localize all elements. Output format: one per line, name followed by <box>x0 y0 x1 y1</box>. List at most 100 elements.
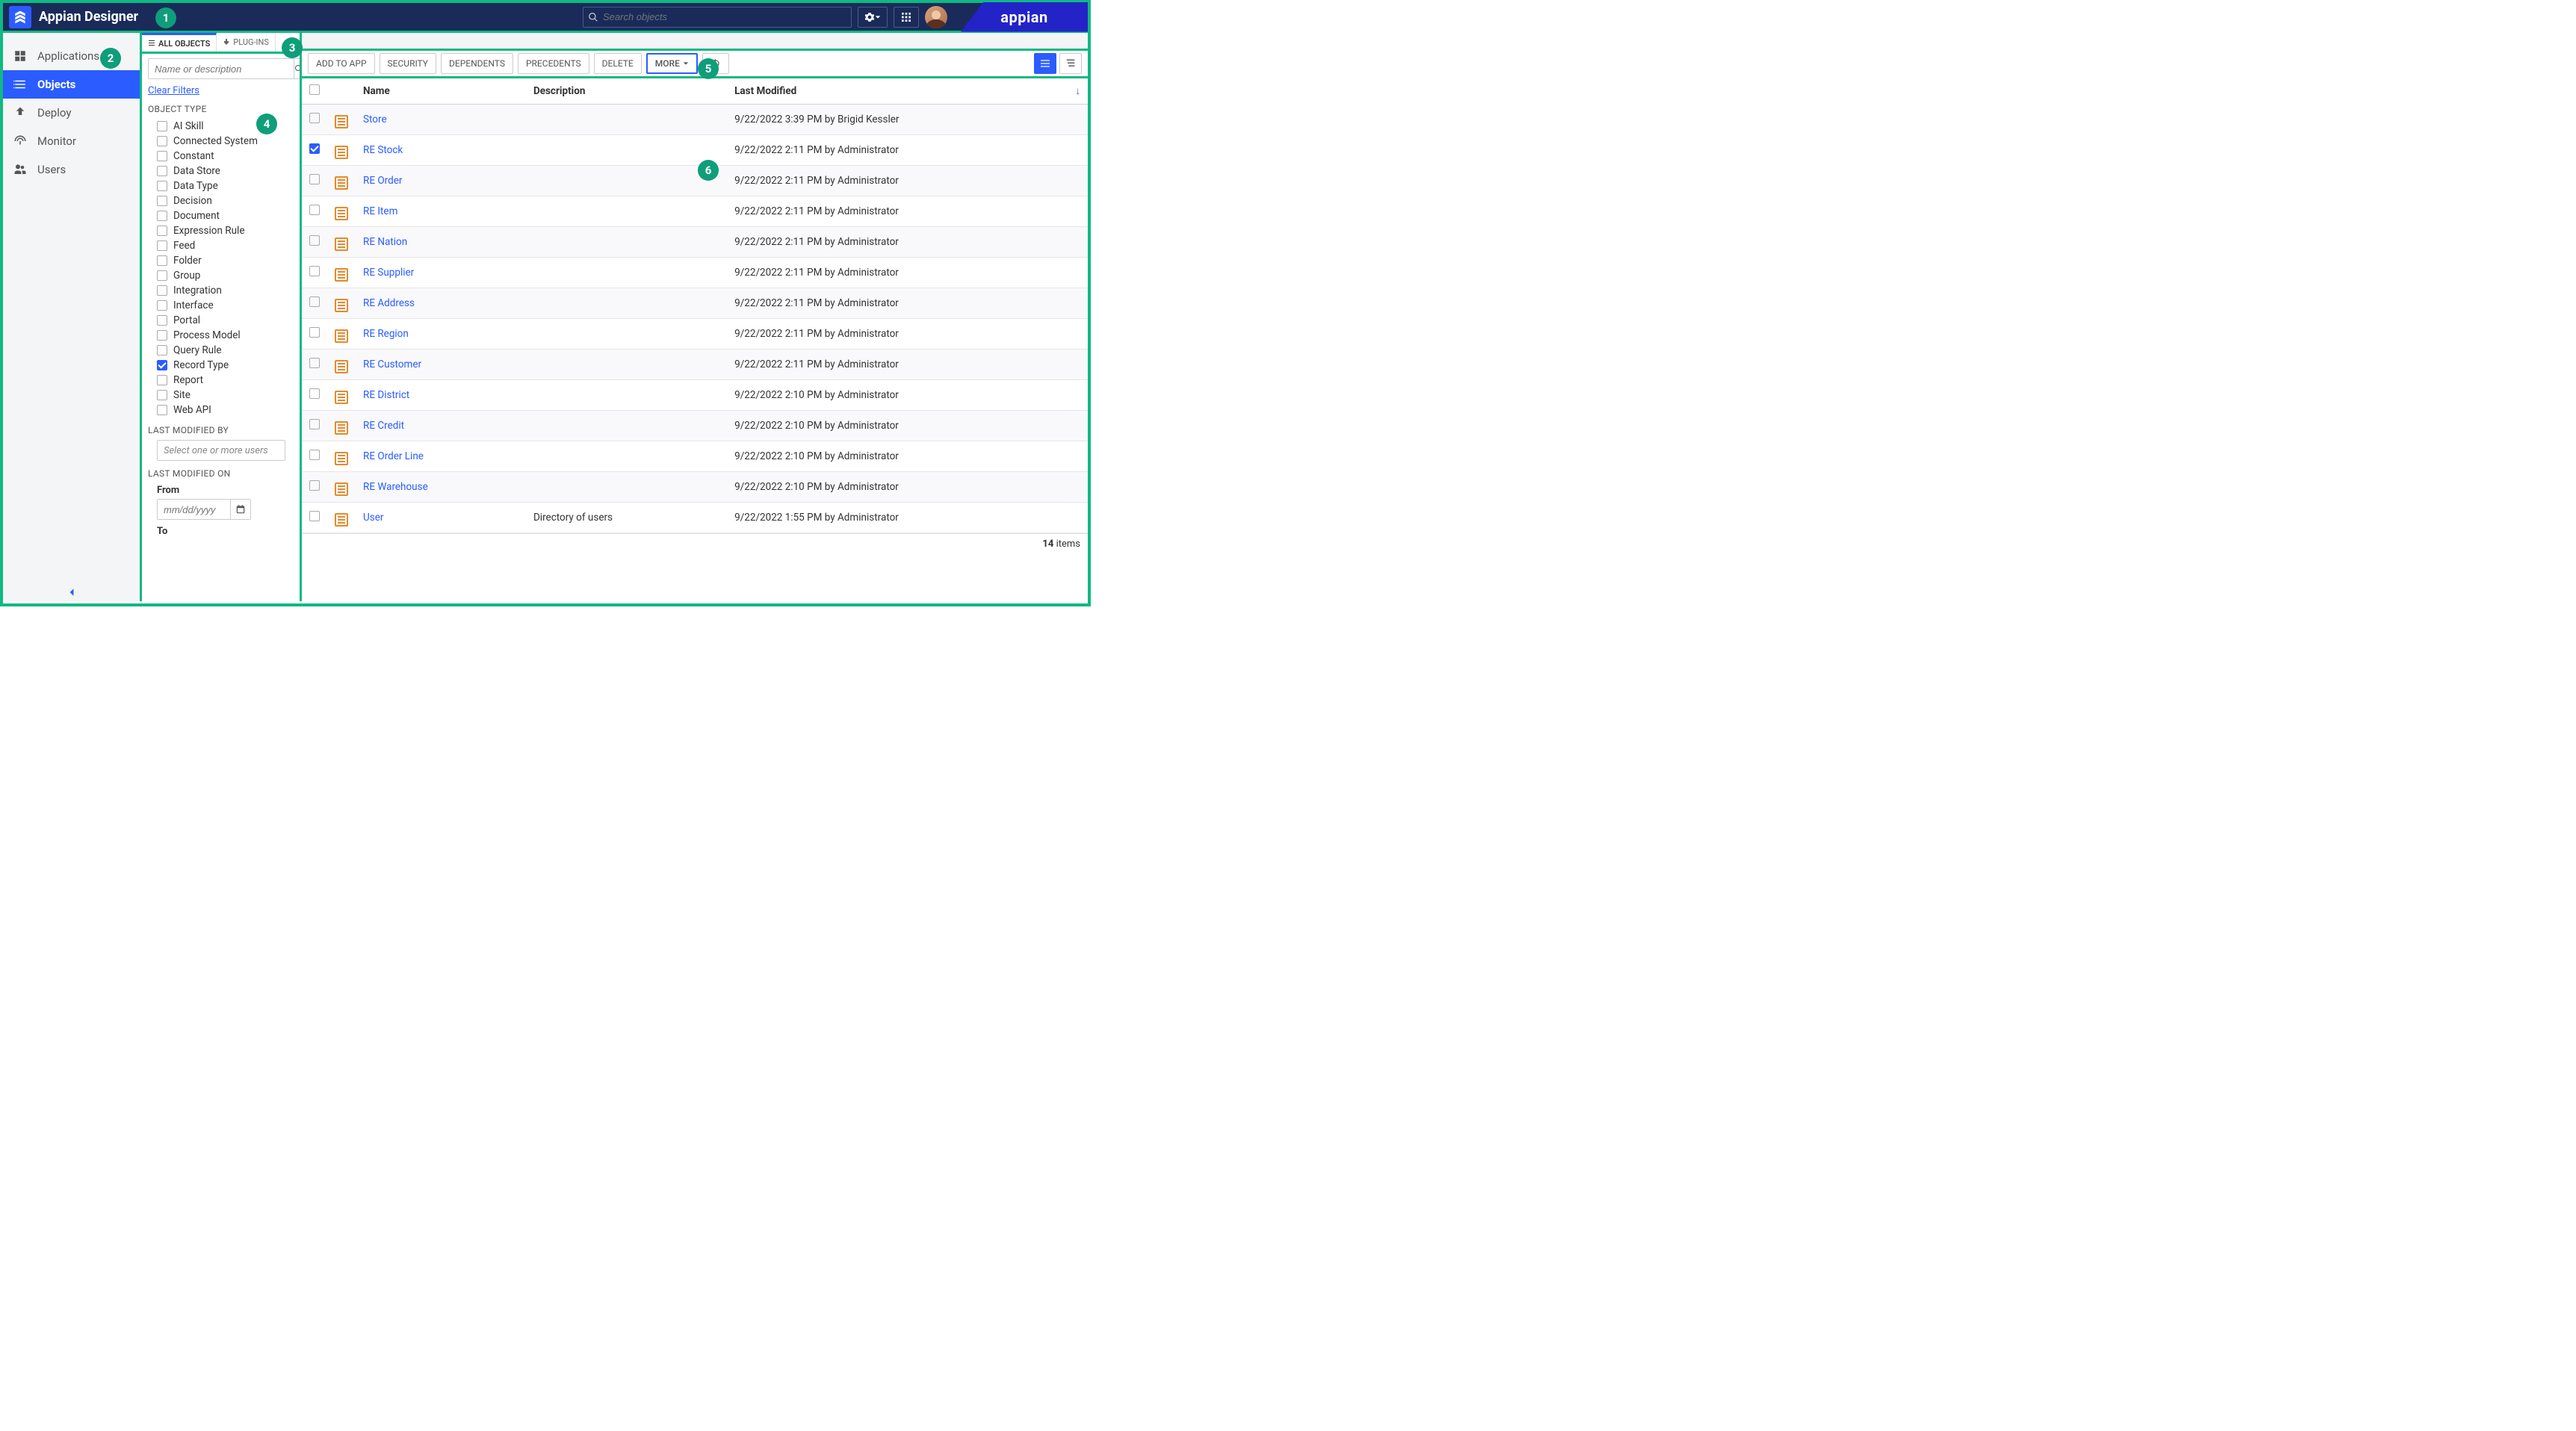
sidebar-item-users[interactable]: Users <box>3 155 140 184</box>
dependents-button[interactable]: DEPENDENTS <box>441 53 513 74</box>
row-checkbox[interactable] <box>302 258 327 288</box>
record-type-icon <box>335 329 348 343</box>
checkbox-icon <box>157 405 167 415</box>
row-checkbox[interactable] <box>302 227 327 258</box>
filter-constant[interactable]: Constant <box>148 149 294 164</box>
filter-process-model[interactable]: Process Model <box>148 328 294 343</box>
filter-integration[interactable]: Integration <box>148 283 294 298</box>
delete-button[interactable]: DELETE <box>594 53 642 74</box>
clear-filters-link[interactable]: Clear Filters <box>148 85 199 96</box>
checkbox-icon <box>309 235 320 246</box>
object-link[interactable]: RE Credit <box>363 420 404 432</box>
table-row: RE Address9/22/2022 2:11 PM by Administr… <box>302 288 1088 319</box>
app-icon[interactable] <box>9 6 31 28</box>
apps-grid-button[interactable] <box>894 7 919 28</box>
hierarchy-view-button[interactable] <box>1059 53 1082 74</box>
row-modified-cell: 9/22/2022 2:10 PM by Administrator <box>727 441 1088 472</box>
from-date-input[interactable] <box>157 499 230 520</box>
filter-record-type[interactable]: Record Type <box>148 358 294 373</box>
object-link[interactable]: Store <box>363 114 387 125</box>
filter-search-input[interactable] <box>148 58 294 79</box>
object-link[interactable]: RE Supplier <box>363 267 414 279</box>
filter-expression-rule[interactable]: Expression Rule <box>148 223 294 238</box>
modified-by-select[interactable]: Select one or more users <box>157 440 285 461</box>
callout-badge-3: 3 <box>282 37 303 58</box>
object-link[interactable]: RE Warehouse <box>363 481 428 493</box>
settings-button[interactable] <box>858 7 888 28</box>
filter-site[interactable]: Site <box>148 388 294 403</box>
view-toggle <box>1034 53 1082 74</box>
row-checkbox[interactable] <box>302 441 327 472</box>
collapse-sidebar[interactable] <box>3 586 140 600</box>
list-view-button[interactable] <box>1034 53 1056 74</box>
filter-group[interactable]: Group <box>148 268 294 283</box>
checkbox-icon <box>157 375 167 385</box>
object-link[interactable]: RE Order Line <box>363 450 424 462</box>
last-modified-col-header[interactable]: Last Modified <box>727 78 1068 105</box>
row-checkbox[interactable] <box>302 472 327 503</box>
filter-interface[interactable]: Interface <box>148 298 294 313</box>
row-description-cell <box>526 441 727 472</box>
tab-plugins[interactable]: PLUG-INS <box>217 33 276 52</box>
left-sidebar: ApplicationsObjectsDeployMonitorUsers <box>3 33 142 601</box>
row-checkbox[interactable] <box>302 196 327 227</box>
row-name-cell: RE Order Line <box>356 441 526 472</box>
select-all-header[interactable] <box>302 78 327 105</box>
filter-data-type[interactable]: Data Type <box>148 179 294 193</box>
filter-label: Constant <box>173 150 214 162</box>
row-checkbox[interactable] <box>302 350 327 380</box>
sidebar-item-objects[interactable]: Objects <box>3 70 140 99</box>
row-checkbox[interactable] <box>302 166 327 196</box>
row-checkbox[interactable] <box>302 380 327 411</box>
security-button[interactable]: SECURITY <box>380 53 437 74</box>
row-checkbox[interactable] <box>302 135 327 166</box>
global-search[interactable] <box>583 7 852 28</box>
object-link[interactable]: RE District <box>363 389 409 401</box>
user-avatar[interactable] <box>925 6 947 28</box>
filter-portal[interactable]: Portal <box>148 313 294 328</box>
row-type-icon-cell <box>327 166 356 196</box>
description-col-header[interactable]: Description <box>526 78 727 105</box>
sidebar-item-monitor[interactable]: Monitor <box>3 127 140 155</box>
filter-search-button[interactable] <box>294 58 300 79</box>
row-checkbox[interactable] <box>302 105 327 135</box>
tab-all-objects[interactable]: ALL OBJECTS <box>142 33 217 52</box>
object-link[interactable]: RE Region <box>363 328 409 340</box>
row-description-cell <box>526 288 727 319</box>
checkbox-icon <box>157 330 167 341</box>
add-to-app-button[interactable]: ADD TO APP <box>308 53 375 74</box>
sort-indicator[interactable]: ↓ <box>1068 78 1088 105</box>
object-link[interactable]: RE Stock <box>363 144 403 156</box>
filter-document[interactable]: Document <box>148 208 294 223</box>
row-checkbox[interactable] <box>302 319 327 350</box>
object-link[interactable]: RE Nation <box>363 236 407 248</box>
object-link[interactable]: User <box>363 512 383 524</box>
record-type-icon <box>335 452 348 465</box>
filter-data-store[interactable]: Data Store <box>148 164 294 179</box>
checkbox-icon <box>309 113 320 123</box>
object-link[interactable]: RE Customer <box>363 358 421 370</box>
row-modified-cell: 9/22/2022 3:39 PM by Brigid Kessler <box>727 105 1088 135</box>
filter-folder[interactable]: Folder <box>148 253 294 268</box>
plug-icon <box>223 39 230 46</box>
more-button[interactable]: MORE <box>646 53 698 74</box>
filter-web-api[interactable]: Web API <box>148 403 294 417</box>
row-checkbox[interactable] <box>302 411 327 441</box>
filter-feed[interactable]: Feed <box>148 238 294 253</box>
table-row: RE Nation9/22/2022 2:11 PM by Administra… <box>302 227 1088 258</box>
filter-report[interactable]: Report <box>148 373 294 388</box>
name-col-header[interactable]: Name <box>356 78 526 105</box>
filter-connected-system[interactable]: Connected System <box>148 134 294 149</box>
checkbox-icon <box>309 174 320 184</box>
row-checkbox[interactable] <box>302 503 327 533</box>
object-link[interactable]: RE Order <box>363 175 402 187</box>
object-link[interactable]: RE Item <box>363 205 397 217</box>
sidebar-item-deploy[interactable]: Deploy <box>3 99 140 127</box>
row-checkbox[interactable] <box>302 288 327 319</box>
from-date-picker[interactable] <box>230 499 251 520</box>
object-link[interactable]: RE Address <box>363 297 415 309</box>
filter-decision[interactable]: Decision <box>148 193 294 208</box>
filter-query-rule[interactable]: Query Rule <box>148 343 294 358</box>
precedents-button[interactable]: PRECEDENTS <box>518 53 589 74</box>
global-search-input[interactable] <box>603 11 846 22</box>
